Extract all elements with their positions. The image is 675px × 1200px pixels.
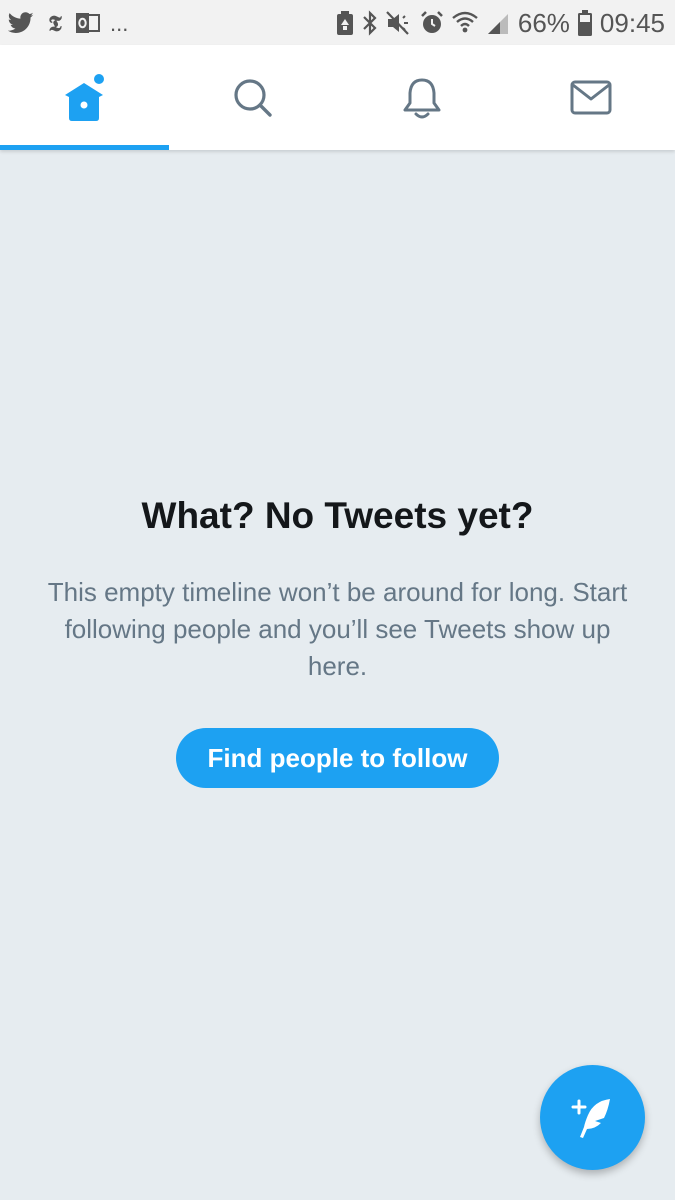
mute-icon — [386, 11, 412, 35]
bluetooth-icon — [362, 10, 378, 36]
twitter-bird-icon — [8, 12, 34, 34]
alarm-icon — [420, 11, 444, 35]
status-system-icons: 66% 09:45 — [336, 6, 665, 40]
bell-icon — [402, 76, 442, 120]
find-people-button[interactable]: Find people to follow — [176, 728, 499, 788]
tab-messages[interactable] — [507, 45, 675, 150]
active-tab-indicator — [0, 145, 169, 150]
outlook-icon — [76, 12, 100, 34]
status-bar: 𝕿 ... 66% 09:45 — [0, 0, 675, 45]
search-icon — [232, 77, 274, 119]
home-icon — [60, 73, 108, 123]
tab-notifications[interactable] — [338, 45, 506, 150]
nyt-icon: 𝕿 — [44, 11, 66, 35]
empty-timeline-message: This empty timeline won’t be around for … — [47, 577, 628, 681]
compose-tweet-button[interactable] — [540, 1065, 645, 1170]
signal-icon — [486, 11, 510, 35]
battery-percent: 66% — [517, 7, 570, 38]
clock: 09:45 — [599, 7, 665, 38]
battery-icon — [577, 10, 592, 36]
tab-home[interactable] — [0, 45, 169, 150]
mail-icon — [570, 80, 612, 116]
wifi-icon — [452, 11, 478, 35]
battery-saver-icon — [336, 11, 354, 35]
compose-tweet-icon — [568, 1093, 618, 1143]
tab-search[interactable] — [169, 45, 337, 150]
top-tab-bar — [0, 45, 675, 150]
empty-timeline-title: What? No Tweets yet? — [141, 495, 534, 536]
status-overflow-indicator: ... — [110, 11, 129, 36]
status-notification-icons: 𝕿 ... — [8, 8, 128, 38]
svg-text:𝕿: 𝕿 — [48, 11, 62, 35]
